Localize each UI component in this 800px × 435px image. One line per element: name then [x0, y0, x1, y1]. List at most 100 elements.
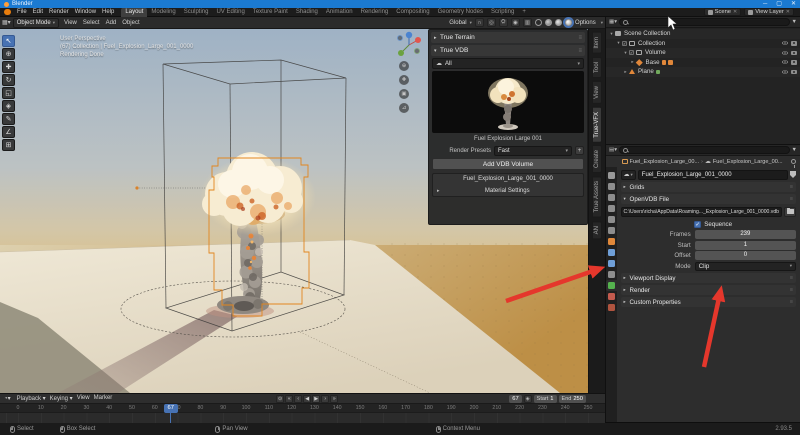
proportional-edit-icon[interactable]: ◎	[487, 18, 496, 27]
properties-tab-physics[interactable]	[606, 258, 617, 269]
menu-render[interactable]: Render	[46, 8, 72, 17]
render-preset-dropdown[interactable]: Fast ▾	[494, 146, 572, 156]
annotate-tool[interactable]: ✎	[2, 113, 15, 125]
mode-dropdown[interactable]: Clip ▾	[695, 262, 796, 271]
workspace-tab-+[interactable]: +	[518, 8, 530, 17]
outliner-display-mode-icon[interactable]: ▦▾	[609, 19, 617, 25]
true-vdb-panel-header[interactable]: ▾ True VDB ≡	[431, 45, 585, 56]
workspace-tab-modeling[interactable]: Modeling	[147, 8, 179, 17]
frames-value-field[interactable]: 239	[695, 230, 796, 239]
properties-tab-output[interactable]	[606, 192, 617, 203]
hide-viewport-eye-icon[interactable]	[782, 70, 788, 74]
camera-view-button[interactable]: ▣	[399, 89, 409, 99]
add-cube-tool[interactable]: ⊞	[2, 139, 15, 151]
timeline-menu-keying[interactable]: Keying ▾	[48, 395, 75, 402]
shading-material-icon[interactable]	[555, 19, 562, 26]
close-button[interactable]: ✕	[791, 0, 796, 8]
true-terrain-panel-header[interactable]: ▸ True Terrain ≡	[431, 32, 585, 43]
cursor-tool[interactable]: ⊕	[2, 48, 15, 60]
properties-tab-scene[interactable]	[606, 214, 617, 225]
workspace-tab-sculpting[interactable]: Sculpting	[180, 8, 213, 17]
zoom-view-button[interactable]: ⊕	[399, 61, 409, 71]
hide-viewport-eye-icon[interactable]	[782, 41, 788, 45]
playhead-line[interactable]	[170, 413, 171, 423]
overlays-toggle-icon[interactable]: ◉	[511, 18, 520, 27]
outliner-row-volume[interactable]: ▾✓Volume	[606, 48, 800, 58]
properties-tab-world[interactable]	[606, 225, 617, 236]
material-settings-header[interactable]: ▸ Material Settings	[433, 185, 583, 196]
workspace-tab-rendering[interactable]: Rendering	[357, 8, 393, 17]
pin-icon[interactable]	[791, 159, 796, 164]
workspace-tab-compositing[interactable]: Compositing	[392, 8, 433, 17]
navigation-gizmo[interactable]	[394, 31, 424, 59]
scene-selector[interactable]: Scene ✕	[704, 8, 742, 16]
play-button[interactable]: ▶	[312, 395, 320, 403]
n-panel-tab-an[interactable]: AN	[592, 221, 602, 239]
next-keyframe-button[interactable]: ›	[321, 395, 329, 403]
timeline-menu-marker[interactable]: Marker	[92, 395, 115, 402]
timeline-editor-icon[interactable]: ◔▾	[2, 395, 13, 402]
minimize-button[interactable]: ─	[763, 0, 767, 8]
grids-panel-header[interactable]: ▸Grids ≡	[621, 182, 796, 192]
disable-render-camera-icon[interactable]	[791, 60, 797, 65]
maximize-button[interactable]: ▢	[776, 0, 782, 8]
xray-toggle-icon[interactable]: ▥	[523, 18, 532, 27]
timeline-ruler[interactable]: 0102030405060708090100110120130140150160…	[0, 404, 605, 413]
viewport-canvas[interactable]: User Perspective (67) Collection | Fuel_…	[0, 29, 605, 393]
timeline-menu-view[interactable]: View	[75, 395, 92, 402]
transform-orientation-dropdown[interactable]: Global	[449, 20, 466, 26]
playhead-frame-indicator[interactable]: 67	[164, 404, 178, 413]
custom-properties-panel-header[interactable]: ▸Custom Properties ≡	[621, 297, 796, 307]
jump-to-start-button[interactable]: «	[285, 395, 293, 403]
expand-arrow-icon[interactable]: ▸	[629, 59, 636, 65]
workspace-tab-shading[interactable]: Shading	[292, 8, 322, 17]
current-frame-field[interactable]: 67	[509, 395, 521, 403]
outliner-row-plane[interactable]: ▸Plane	[606, 67, 800, 77]
offset-value-field[interactable]: 0	[695, 251, 796, 260]
viewport-menu-add[interactable]: Add	[103, 20, 120, 26]
auto-key-button[interactable]: ⊙	[276, 395, 284, 403]
n-panel-tab-tool[interactable]: Tool	[592, 57, 602, 78]
snap-magnet-icon[interactable]: ∩	[475, 18, 484, 27]
volume-datablock-dropdown[interactable]: ☁ ▾	[621, 170, 636, 180]
properties-search-input[interactable]	[619, 146, 790, 154]
properties-tab-material[interactable]	[606, 291, 617, 302]
viewport-menu-select[interactable]: Select	[80, 20, 103, 26]
expand-arrow-icon[interactable]: ▸	[622, 69, 629, 75]
shading-wireframe-icon[interactable]	[535, 19, 542, 26]
keying-set-icon[interactable]: ◈	[524, 395, 532, 403]
properties-tab-render[interactable]	[606, 181, 617, 192]
viewport-display-panel-header[interactable]: ▸Viewport Display ≡	[621, 273, 796, 283]
outliner-row-scene-collection[interactable]: ▾Scene Collection	[606, 29, 800, 39]
hide-viewport-eye-icon[interactable]	[782, 60, 788, 64]
prev-keyframe-button[interactable]: ‹	[294, 395, 302, 403]
viewport-menu-object[interactable]: Object	[119, 20, 142, 26]
n-panel-tab-true-vfx[interactable]: True-VFX	[592, 107, 602, 143]
editor-type-icon[interactable]: ▦▾	[2, 19, 11, 26]
breadcrumb-data[interactable]: Fuel_Explosion_Large_00...	[713, 159, 783, 165]
view-layer-remove-icon[interactable]: ✕	[786, 9, 790, 15]
play-reverse-button[interactable]: ◀	[303, 395, 311, 403]
measure-tool[interactable]: ∠	[2, 126, 15, 138]
viewport-menu-view[interactable]: View	[61, 20, 80, 26]
new-preset-button[interactable]: +	[575, 146, 584, 155]
move-view-button[interactable]: ✚	[399, 75, 409, 85]
collection-checkbox[interactable]: ✓	[622, 41, 627, 46]
disable-render-camera-icon[interactable]	[791, 41, 797, 46]
menu-help[interactable]: Help	[99, 8, 117, 17]
jump-to-end-button[interactable]: »	[330, 395, 338, 403]
frame-end-field[interactable]: End 250	[559, 395, 586, 403]
collection-checkbox[interactable]: ✓	[629, 50, 634, 55]
menu-window[interactable]: Window	[72, 8, 99, 17]
workspace-tab-geometry-nodes[interactable]: Geometry Nodes	[434, 8, 487, 17]
properties-tab-view-layer[interactable]	[606, 203, 617, 214]
fake-user-shield-icon[interactable]	[790, 171, 796, 178]
rotate-tool[interactable]: ↻	[2, 74, 15, 86]
shading-solid-icon[interactable]	[545, 19, 552, 26]
workspace-tab-texture-paint[interactable]: Texture Paint	[249, 8, 292, 17]
menu-file[interactable]: File	[14, 8, 30, 17]
workspace-tab-animation[interactable]: Animation	[322, 8, 357, 17]
properties-tab-modifiers[interactable]	[606, 247, 617, 258]
shading-rendered-icon[interactable]	[565, 19, 572, 26]
openvdb-file-panel-header[interactable]: ▾OpenVDB File ≡	[621, 194, 796, 204]
